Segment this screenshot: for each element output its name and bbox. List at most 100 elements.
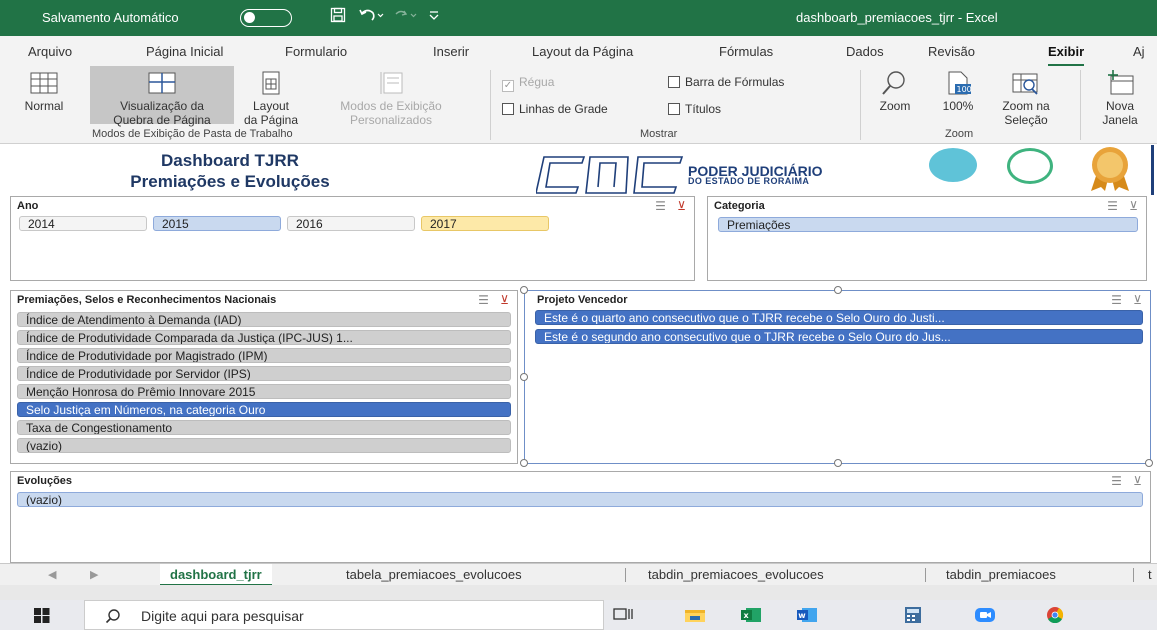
sheet-tab-tabdin-premiacoes[interactable]: tabdin_premiacoes	[946, 567, 1056, 582]
headings-checkbox[interactable]: Títulos	[668, 102, 721, 116]
sheet-tab-tabela[interactable]: tabela_premiacoes_evolucoes	[346, 567, 522, 582]
slicer-evolucoes[interactable]: Evoluções ☰ ⊻ (vazio)	[10, 471, 1151, 563]
word-icon[interactable]: w	[796, 607, 818, 623]
clear-filter-icon[interactable]: ⊻	[1133, 474, 1142, 488]
slicer-categoria[interactable]: Categoria ☰ ⊻ Premiações	[707, 196, 1147, 281]
dashboard-banner: Dashboard TJRR Premiações e Evoluções PO…	[10, 145, 1154, 195]
slicer-projeto-title: Projeto Vencedor	[537, 294, 628, 306]
new-window-button[interactable]: Nova Janela	[1094, 66, 1146, 127]
tab-dados[interactable]: Dados	[846, 44, 884, 59]
windows-start-icon[interactable]	[34, 608, 50, 623]
tab-arquivo[interactable]: Arquivo	[28, 44, 72, 59]
gold-medal-icon	[1091, 147, 1129, 191]
clear-filter-icon[interactable]: ⊻	[500, 293, 509, 307]
seal-badge-icon	[929, 148, 977, 182]
slicer-projeto-controls: ☰ ⊻	[1111, 293, 1142, 307]
file-explorer-icon[interactable]	[684, 607, 706, 623]
zoom-icon	[882, 71, 905, 95]
slicer-item-congestionamento[interactable]: Taxa de Congestionamento	[17, 420, 511, 435]
undo-icon[interactable]	[358, 7, 384, 27]
tab-layout-da-pagina[interactable]: Layout da Página	[532, 44, 633, 59]
slicer-item-2016[interactable]: 2016	[287, 216, 415, 231]
slicer-item-ipc-jus[interactable]: Índice de Produtividade Comparada da Jus…	[17, 330, 511, 345]
redo-icon[interactable]	[392, 7, 418, 27]
taskbar-search-box[interactable]: Digite aqui para pesquisar	[84, 600, 604, 630]
tab-formulario[interactable]: Formulario	[285, 44, 347, 59]
scroll-left-icon[interactable]: ◀	[48, 568, 56, 581]
group-label-show: Mostrar	[640, 128, 678, 140]
slicer-item-vazio[interactable]: (vazio)	[17, 492, 1143, 507]
seal-100-icon	[1007, 148, 1053, 184]
search-icon	[105, 609, 120, 624]
slicer-item-ips[interactable]: Índice de Produtividade por Servidor (IP…	[17, 366, 511, 381]
multi-select-icon[interactable]: ☰	[1111, 293, 1122, 307]
slicer-item-selo-ouro[interactable]: Selo Justiça em Números, na categoria Ou…	[17, 402, 511, 417]
chrome-icon[interactable]	[1044, 607, 1066, 623]
zoom-to-selection-button[interactable]: Zoom na Seleção	[992, 66, 1060, 127]
multi-select-icon[interactable]: ☰	[478, 293, 489, 307]
slicer-item-projeto-1[interactable]: Este é o quarto ano consecutivo que o TJ…	[535, 310, 1143, 325]
sheet-tab-tabdin-evolucoes[interactable]: tabdin_premiacoes_evolucoes	[648, 567, 824, 582]
resize-handle[interactable]	[520, 286, 528, 294]
tab-inserir[interactable]: Inserir	[433, 44, 469, 59]
slicer-premiacoes[interactable]: Premiações, Selos e Reconhecimentos Naci…	[10, 290, 518, 464]
slicer-item-iad[interactable]: Índice de Atendimento à Demanda (IAD)	[17, 312, 511, 327]
formula-bar-checkbox[interactable]: Barra de Fórmulas	[668, 75, 784, 89]
normal-view-button[interactable]: Normal	[16, 66, 72, 124]
gridlines-checkbox[interactable]: Linhas de Grade	[502, 102, 608, 116]
resize-handle[interactable]	[834, 459, 842, 467]
slicer-item-innovare[interactable]: Menção Honrosa do Prêmio Innovare 2015	[17, 384, 511, 399]
group-label-zoom: Zoom	[945, 128, 974, 140]
custom-views-label-2: Personalizados	[349, 113, 433, 127]
sheet-tab-bar: ◀ ▶ dashboard_tjrr tabela_premiacoes_evo…	[0, 563, 1157, 586]
resize-handle[interactable]	[520, 459, 528, 467]
resize-handle[interactable]	[520, 373, 528, 381]
save-icon[interactable]	[330, 7, 346, 27]
zoom-button[interactable]: Zoom	[868, 66, 922, 124]
slicer-item-ipm[interactable]: Índice de Produtividade por Magistrado (…	[17, 348, 511, 363]
zoom-app-icon[interactable]	[974, 607, 996, 623]
slicer-item-vazio[interactable]: (vazio)	[17, 438, 511, 453]
slicer-item-2014[interactable]: 2014	[19, 216, 147, 231]
customize-qat-icon[interactable]	[428, 7, 440, 27]
slicer-item-2015[interactable]: 2015	[153, 216, 281, 231]
tab-formulas[interactable]: Fórmulas	[719, 44, 773, 59]
title-bar: Salvamento Automático dashboarb_premiaco…	[0, 0, 1157, 36]
resize-handle[interactable]	[834, 286, 842, 294]
slicer-item-premiacoes[interactable]: Premiações	[718, 217, 1138, 232]
slicer-premiacoes-title: Premiações, Selos e Reconhecimentos Naci…	[17, 294, 277, 306]
slicer-item-2017[interactable]: 2017	[421, 216, 549, 231]
page-break-view-button[interactable]: Visualização da Quebra de Página	[90, 66, 234, 127]
multi-select-icon[interactable]: ☰	[1111, 474, 1122, 488]
excel-icon[interactable]: x	[740, 607, 762, 623]
page-layout-view-button[interactable]: Layout da Página	[238, 66, 304, 127]
ruler-checkbox[interactable]: ✓ Régua	[502, 75, 554, 92]
sheet-tab-more[interactable]: t	[1148, 567, 1152, 582]
multi-select-icon[interactable]: ☰	[1107, 199, 1118, 213]
worksheet-area[interactable]: Dashboard TJRR Premiações e Evoluções PO…	[0, 145, 1157, 565]
slicer-categoria-controls: ☰ ⊻	[1107, 199, 1138, 213]
task-view-icon[interactable]	[612, 607, 634, 623]
tab-separator	[1133, 568, 1134, 582]
slicer-projeto-vencedor[interactable]: Projeto Vencedor ☰ ⊻ Este é o quarto ano…	[520, 286, 1153, 467]
zoom-100-button[interactable]: 100 100%	[934, 66, 982, 124]
sheet-tab-dashboard[interactable]: dashboard_tjrr	[160, 564, 272, 586]
tab-ajuda[interactable]: Aj	[1133, 44, 1145, 59]
clear-filter-icon[interactable]: ⊻	[1129, 199, 1138, 213]
multi-select-icon[interactable]: ☰	[655, 199, 666, 213]
calculator-icon[interactable]	[902, 607, 924, 623]
zoom-selection-icon	[1012, 73, 1038, 95]
tab-revisao[interactable]: Revisão	[928, 44, 975, 59]
slicer-ano[interactable]: Ano ☰ ⊻ 2014 2015 2016 2017	[10, 196, 695, 281]
resize-handle[interactable]	[1145, 459, 1153, 467]
zoom-100-icon: 100	[948, 71, 972, 95]
autosave-toggle[interactable]	[240, 9, 292, 27]
tab-exibir[interactable]: Exibir	[1048, 44, 1085, 67]
clear-filter-icon[interactable]: ⊻	[1133, 293, 1142, 307]
normal-view-icon	[30, 72, 58, 94]
custom-views-button[interactable]: Modos de Exibição Personalizados	[316, 66, 466, 127]
clear-filter-icon[interactable]: ⊻	[677, 199, 686, 213]
scroll-right-icon[interactable]: ▶	[90, 568, 98, 581]
tab-pagina-inicial[interactable]: Página Inicial	[146, 44, 223, 59]
slicer-item-projeto-2[interactable]: Este é o segundo ano consecutivo que o T…	[535, 329, 1143, 344]
